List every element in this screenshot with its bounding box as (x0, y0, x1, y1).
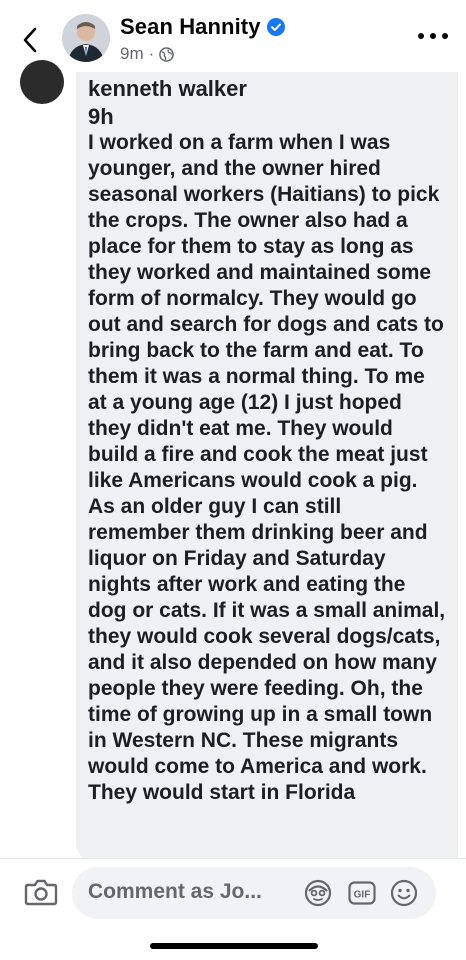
home-indicator[interactable] (150, 943, 318, 949)
comment-composer: Comment as Jo... GIF (0, 858, 466, 960)
comment-author[interactable]: kenneth walker (88, 76, 247, 102)
globe-icon (159, 46, 175, 62)
avatar-sticker-icon[interactable] (304, 879, 332, 907)
verified-badge-icon (266, 18, 285, 36)
post-header: Sean Hannity 9m · (0, 0, 466, 78)
gif-button[interactable]: GIF (348, 881, 376, 905)
comment-bubble: kenneth walker 9h I worked on a farm whe… (76, 72, 458, 862)
commenter-avatar[interactable] (20, 60, 64, 104)
comment-time: 9h (88, 104, 114, 129)
comment-input[interactable]: Comment as Jo... GIF (72, 867, 436, 919)
camera-icon[interactable] (24, 877, 58, 907)
gif-label: GIF (354, 890, 371, 901)
author-name-row: Sean Hannity (120, 14, 285, 40)
smiley-icon[interactable] (390, 879, 418, 907)
more-dot (418, 33, 424, 39)
comment-text: I worked on a farm when I was younger, a… (88, 131, 446, 804)
meta-separator: · (148, 44, 155, 63)
comment-placeholder: Comment as Jo... (88, 880, 262, 903)
more-dot (442, 33, 448, 39)
post-time: 9m (120, 44, 144, 63)
author-avatar[interactable] (62, 14, 110, 62)
more-dot (430, 33, 436, 39)
more-options-button[interactable] (418, 26, 448, 46)
chevron-left-icon (23, 27, 37, 53)
post-meta: 9m · (120, 44, 175, 64)
back-button[interactable] (14, 22, 46, 58)
author-name[interactable]: Sean Hannity (120, 14, 261, 40)
